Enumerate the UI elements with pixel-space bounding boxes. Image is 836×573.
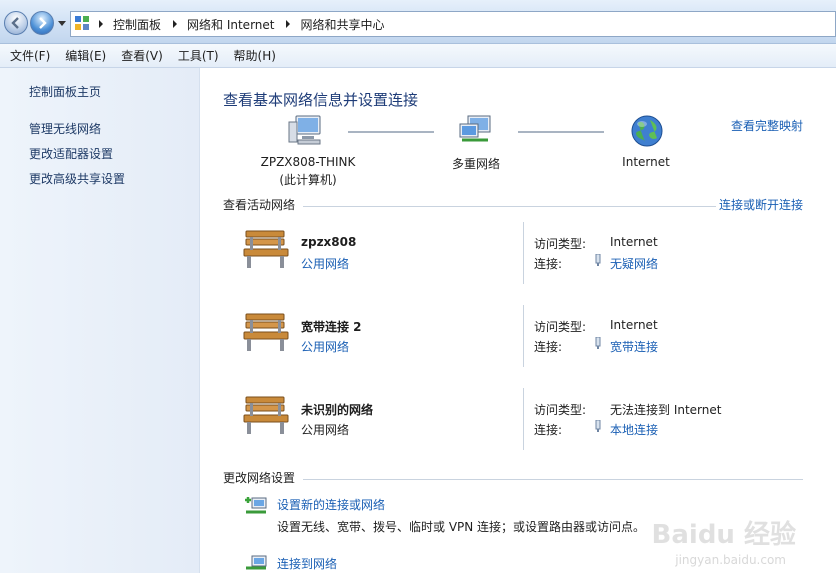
section-divider <box>303 206 716 207</box>
this-computer-label: ZPZX808-THINK (此计算机) <box>258 155 358 188</box>
breadcrumb-network-sharing-center[interactable]: 网络和共享中心 <box>300 16 384 33</box>
connection-link[interactable]: 宽带连接 <box>610 338 658 355</box>
internet-label: Internet <box>622 155 670 169</box>
multiple-networks-icon <box>459 115 491 142</box>
local-connection-icon <box>595 420 601 432</box>
multiple-networks-label: 多重网络 <box>451 157 500 171</box>
network-name: zpzx808 <box>301 235 357 249</box>
baidu-watermark-url: jingyan.baidu.com <box>675 553 786 567</box>
wireless-signal-icon <box>595 254 601 266</box>
connect-to-network-link[interactable]: 连接到网络 <box>277 555 337 572</box>
access-type-label: 访问类型: <box>534 237 587 251</box>
change-settings-heading: 更改网络设置 <box>223 471 296 485</box>
breadcrumb-separator[interactable] <box>99 20 103 28</box>
back-button[interactable] <box>4 11 28 35</box>
menu-file[interactable]: 文件(F) <box>10 47 50 64</box>
breadcrumb-network-internet[interactable]: 网络和 Internet <box>187 16 274 33</box>
breadcrumb-control-panel[interactable]: 控制面板 <box>113 16 161 33</box>
network-entry: 未识别的网络 公用网络 访问类型: 无法连接到 Internet 连接: 本地连… <box>200 388 836 477</box>
vertical-divider <box>523 222 524 284</box>
menu-bar: 文件(F) 编辑(E) 查看(V) 工具(T) 帮助(H) <box>0 44 836 68</box>
control-panel-icon <box>75 16 91 32</box>
computer-icon <box>288 115 321 145</box>
connection-label: 连接: <box>534 257 563 271</box>
map-connector <box>348 131 434 133</box>
network-name: 宽带连接 2 <box>301 320 362 334</box>
access-type-value: Internet <box>610 318 658 332</box>
vertical-divider <box>523 305 524 367</box>
network-entry: 宽带连接 2 公用网络 访问类型: Internet 连接: 宽带连接 <box>200 305 836 394</box>
page-title: 查看基本网络信息并设置连接 <box>223 91 419 109</box>
globe-icon <box>631 115 663 147</box>
bench-icon[interactable] <box>242 311 290 353</box>
view-full-map-link[interactable]: 查看完整映射 <box>731 117 803 134</box>
sidebar-item-advanced-sharing[interactable]: 更改高级共享设置 <box>29 170 125 187</box>
recent-pages-dropdown[interactable] <box>58 21 66 26</box>
sidebar-control-panel-home[interactable]: 控制面板主页 <box>29 83 101 100</box>
sidebar: 控制面板主页 管理无线网络 更改适配器设置 更改高级共享设置 <box>0 68 200 573</box>
network-name: 未识别的网络 <box>301 403 374 417</box>
bench-icon[interactable] <box>242 394 290 436</box>
access-type-label: 访问类型: <box>534 320 587 334</box>
setup-new-connection-description: 设置无线、宽带、拨号、临时或 VPN 连接；或设置路由器或访问点。 <box>277 520 646 534</box>
section-divider <box>303 479 803 480</box>
breadcrumb-separator[interactable] <box>173 20 178 28</box>
connection-link[interactable]: 本地连接 <box>610 421 658 438</box>
menu-tools[interactable]: 工具(T) <box>178 47 219 64</box>
sidebar-item-manage-wireless[interactable]: 管理无线网络 <box>29 120 101 137</box>
baidu-watermark: Baidu 经验 <box>651 520 796 550</box>
arrow-left-icon <box>11 17 19 29</box>
bench-icon[interactable] <box>242 228 290 270</box>
sidebar-item-adapter-settings[interactable]: 更改适配器设置 <box>29 145 113 162</box>
network-entry: zpzx808 公用网络 访问类型: Internet 连接: 无疑网络 <box>200 222 836 311</box>
network-category: 公用网络 <box>301 423 350 437</box>
new-connection-icon[interactable] <box>244 494 268 516</box>
network-category-link[interactable]: 公用网络 <box>301 338 349 355</box>
computer-name: ZPZX808-THINK <box>260 155 356 169</box>
menu-help[interactable]: 帮助(H) <box>234 47 276 64</box>
main-content: 查看基本网络信息并设置连接 查看完整映射 ZPZX808-THINK (此计算机… <box>200 68 836 573</box>
address-box[interactable]: 控制面板 网络和 Internet 网络和共享中心 <box>70 11 836 37</box>
vertical-divider <box>523 388 524 450</box>
connect-disconnect-link[interactable]: 连接或断开连接 <box>719 196 803 213</box>
setup-new-connection-link[interactable]: 设置新的连接或网络 <box>277 496 385 513</box>
network-category-link[interactable]: 公用网络 <box>301 255 349 272</box>
connection-label: 连接: <box>534 423 563 437</box>
map-connector <box>518 131 604 133</box>
menu-edit[interactable]: 编辑(E) <box>65 47 106 64</box>
active-networks-heading: 查看活动网络 <box>223 198 296 212</box>
connect-to-network-icon[interactable] <box>244 554 268 573</box>
connection-link[interactable]: 无疑网络 <box>610 255 658 272</box>
address-bar: 控制面板 网络和 Internet 网络和共享中心 <box>0 0 836 44</box>
access-type-label: 访问类型: <box>534 403 587 417</box>
breadcrumb-separator[interactable] <box>286 20 291 28</box>
arrow-right-icon <box>39 17 47 29</box>
access-type-value: 无法连接到 Internet <box>610 403 722 417</box>
broadband-connection-icon <box>595 337 601 349</box>
forward-button[interactable] <box>30 11 54 35</box>
connection-label: 连接: <box>534 340 563 354</box>
menu-view[interactable]: 查看(V) <box>121 47 163 64</box>
access-type-value: Internet <box>610 235 658 249</box>
this-computer-note: (此计算机) <box>279 173 337 187</box>
